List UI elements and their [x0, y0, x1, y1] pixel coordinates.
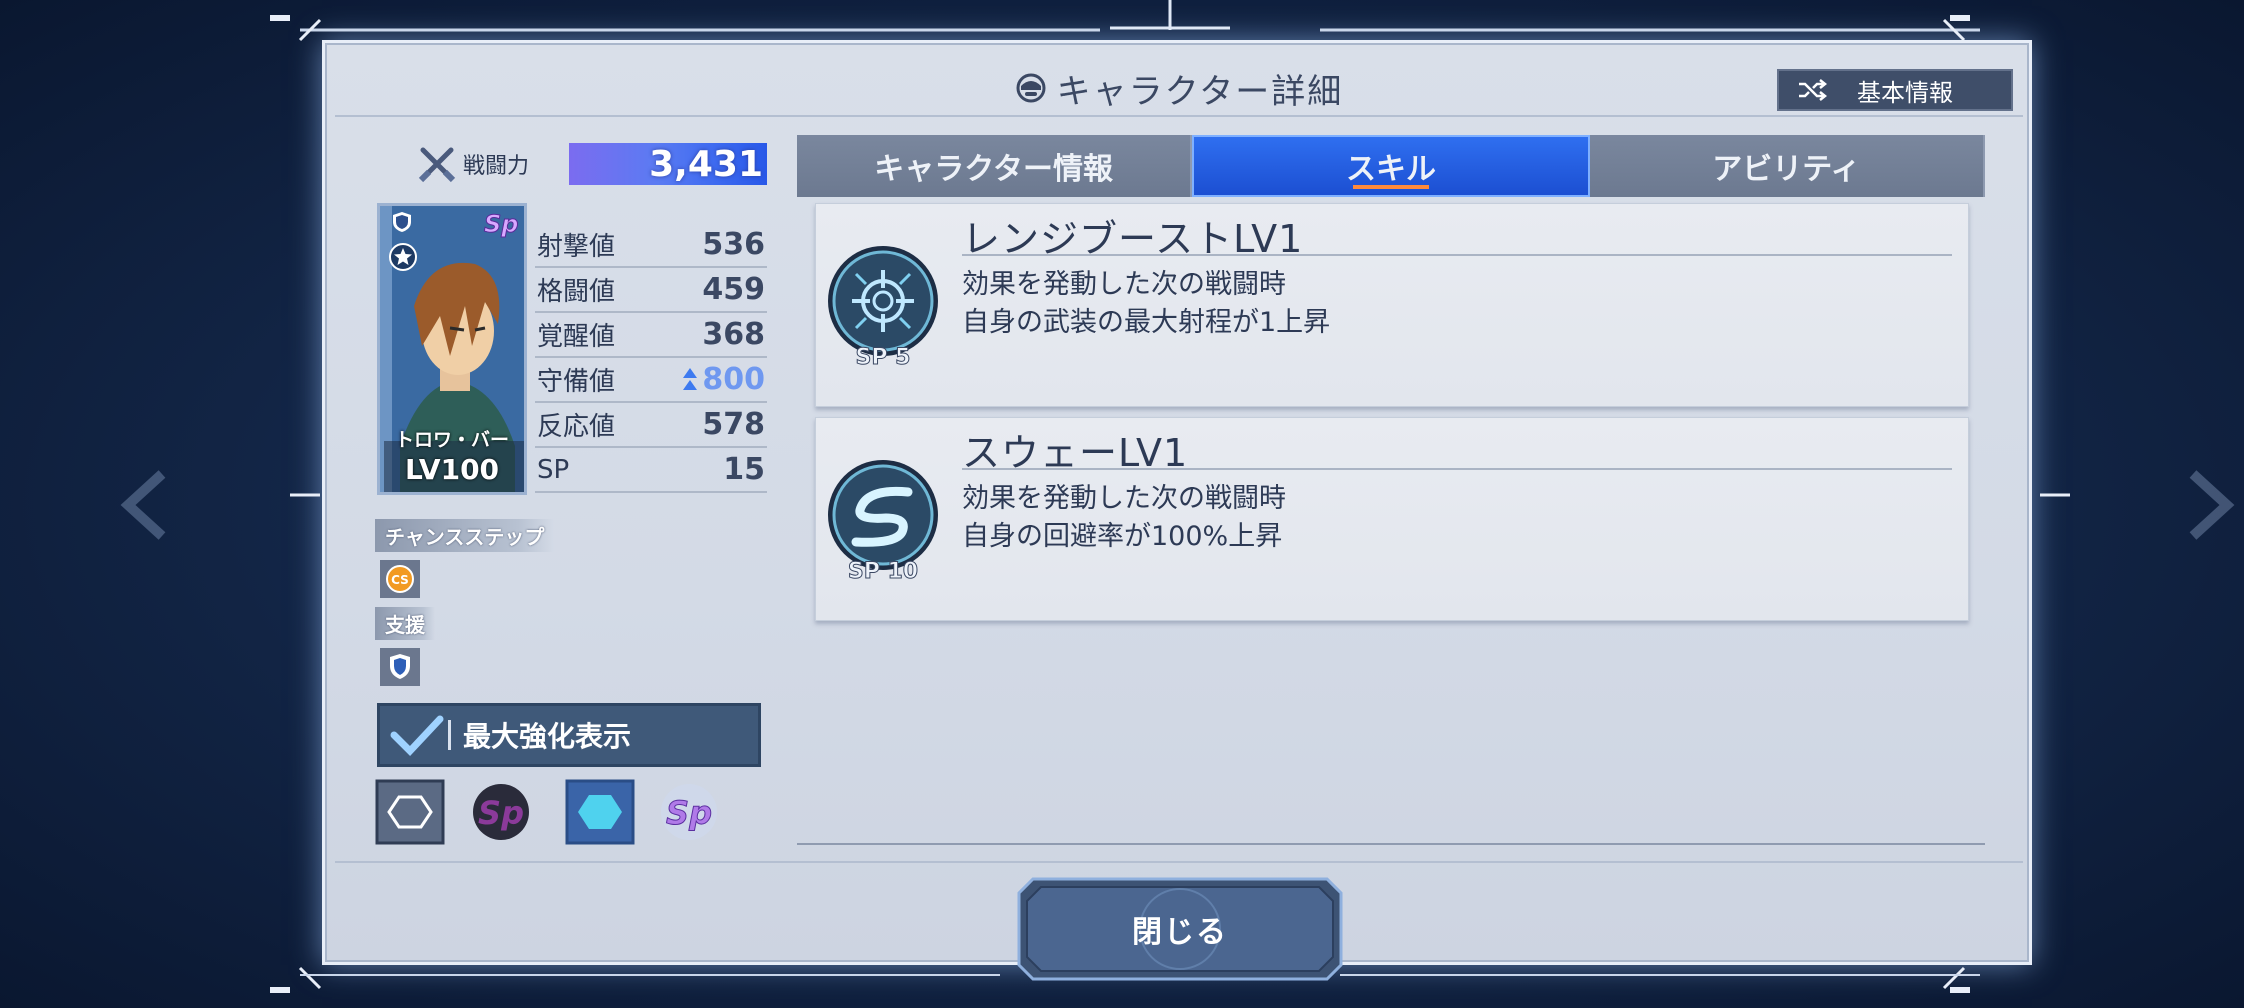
checkmark-icon: [390, 715, 444, 757]
stat-row-shooting: 射撃値 536: [535, 223, 767, 268]
stat-label: 反応値: [537, 412, 616, 442]
stat-value: 536: [702, 227, 765, 262]
svg-text:Sp: Sp: [484, 210, 518, 238]
double-up-arrow-icon: [683, 367, 698, 390]
stat-row-sp: SP 15: [535, 448, 767, 493]
skill-divider: [962, 468, 1952, 470]
previous-arrow-icon[interactable]: [120, 470, 170, 540]
support-shield-icon[interactable]: [379, 647, 421, 687]
tab-ability[interactable]: アビリティ: [1589, 135, 1985, 197]
stat-label: 覚醒値: [537, 322, 616, 352]
support-label: 支援: [375, 607, 435, 640]
max-enhance-toggle[interactable]: 最大強化表示: [377, 703, 761, 767]
basic-info-label: 基本情報: [1857, 78, 1953, 107]
skill-description: 自身の回避率が100%上昇: [962, 521, 1283, 552]
hexagon-filled-button[interactable]: [565, 779, 637, 845]
crossed-swords-icon: [418, 147, 456, 183]
tab-label: キャラクター情報: [874, 152, 1114, 187]
skill-card[interactable]: SP 5 レンジブーストLV1 効果を発動した次の戦闘時 自身の武装の最大射程が…: [815, 203, 1969, 407]
stat-row-reaction: 反応値 578: [535, 403, 767, 448]
tab-label: アビリティ: [1712, 152, 1861, 187]
tab-label: スキル: [1345, 152, 1436, 187]
sp-color-icon[interactable]: Sp: [653, 779, 725, 845]
content-divider: [797, 843, 1985, 845]
cs-badge-icon[interactable]: CS: [379, 559, 421, 599]
close-button[interactable]: 閉じる: [1015, 875, 1345, 983]
stats-table: 射撃値 536 格闘値 459 覚醒値 368 守備値 800 反応値 578 …: [535, 223, 767, 493]
pilot-helmet-icon: [1016, 73, 1046, 103]
skill-description: 効果を発動した次の戦闘時: [962, 269, 1286, 300]
tab-skill[interactable]: スキル: [1192, 135, 1590, 197]
stat-label: 格闘値: [537, 277, 616, 307]
stat-label: 守備値: [537, 367, 616, 397]
stat-value: 578: [702, 407, 765, 442]
character-level: LV100: [404, 453, 500, 486]
max-enhance-label: 最大強化表示: [463, 720, 632, 753]
hexagon-outline-button[interactable]: [375, 779, 447, 845]
skill-description: 自身の武装の最大射程が1上昇: [962, 307, 1331, 338]
sp-badge-icon: Sp: [484, 210, 519, 239]
page-title: キャラクター詳細: [1056, 71, 1344, 112]
swerve-icon: SP 10: [828, 460, 938, 582]
skill-description: 効果を発動した次の戦闘時: [962, 483, 1286, 514]
combat-power-label: 戦闘力: [463, 154, 530, 179]
character-name: トロワ・バー: [394, 429, 509, 451]
skill-card[interactable]: SP 10 スウェーLV1 効果を発動した次の戦闘時 自身の回避率が100%上昇: [815, 417, 1969, 621]
stat-label: SP: [537, 454, 570, 485]
shuffle-icon: [1799, 79, 1827, 101]
skill-divider: [962, 254, 1952, 256]
stat-value: 15: [723, 452, 765, 487]
shield-icon: [393, 212, 411, 232]
detail-tabs: キャラクター情報 スキル アビリティ: [797, 135, 1985, 197]
combat-power-bar: 3,431: [569, 143, 767, 185]
combat-power-value: 3,431: [649, 143, 763, 185]
toggle-divider: [448, 720, 451, 750]
star-badge-icon: [389, 243, 417, 271]
stat-row-melee: 格闘値 459: [535, 268, 767, 313]
svg-text:Sp: Sp: [478, 794, 524, 832]
next-arrow-icon[interactable]: [2185, 470, 2235, 540]
svg-text:Sp: Sp: [666, 794, 712, 832]
skill-sp-cost: SP 5: [856, 345, 911, 368]
stat-row-awaken: 覚醒値 368: [535, 313, 767, 358]
basic-info-button[interactable]: 基本情報: [1777, 69, 2013, 111]
cs-badge-text: CS: [391, 573, 409, 587]
stat-value: 459: [702, 272, 765, 307]
combat-power-row: 戦闘力 3,431: [417, 143, 767, 185]
chance-step-label: チャンスステップ: [375, 519, 555, 552]
sp-dark-icon[interactable]: Sp: [465, 779, 537, 845]
skill-sp-cost: SP 10: [848, 559, 918, 582]
stat-value: 800: [702, 362, 765, 397]
character-detail-panel: キャラクター詳細 基本情報 戦闘力 3,431 Sp トロワ・バー LV100 …: [322, 40, 2032, 981]
close-label: 閉じる: [1132, 915, 1228, 950]
character-card[interactable]: Sp トロワ・バー LV100: [377, 203, 527, 495]
panel-header: キャラクター詳細 基本情報: [335, 61, 2023, 117]
tab-character-info[interactable]: キャラクター情報: [797, 135, 1193, 197]
crosshair-icon: SP 5: [828, 246, 938, 368]
active-tab-indicator: [1352, 185, 1429, 189]
stat-value: 368: [702, 317, 765, 352]
footer-divider: [335, 861, 2023, 863]
stat-row-defense: 守備値 800: [535, 358, 767, 403]
stat-label: 射撃値: [537, 232, 616, 262]
